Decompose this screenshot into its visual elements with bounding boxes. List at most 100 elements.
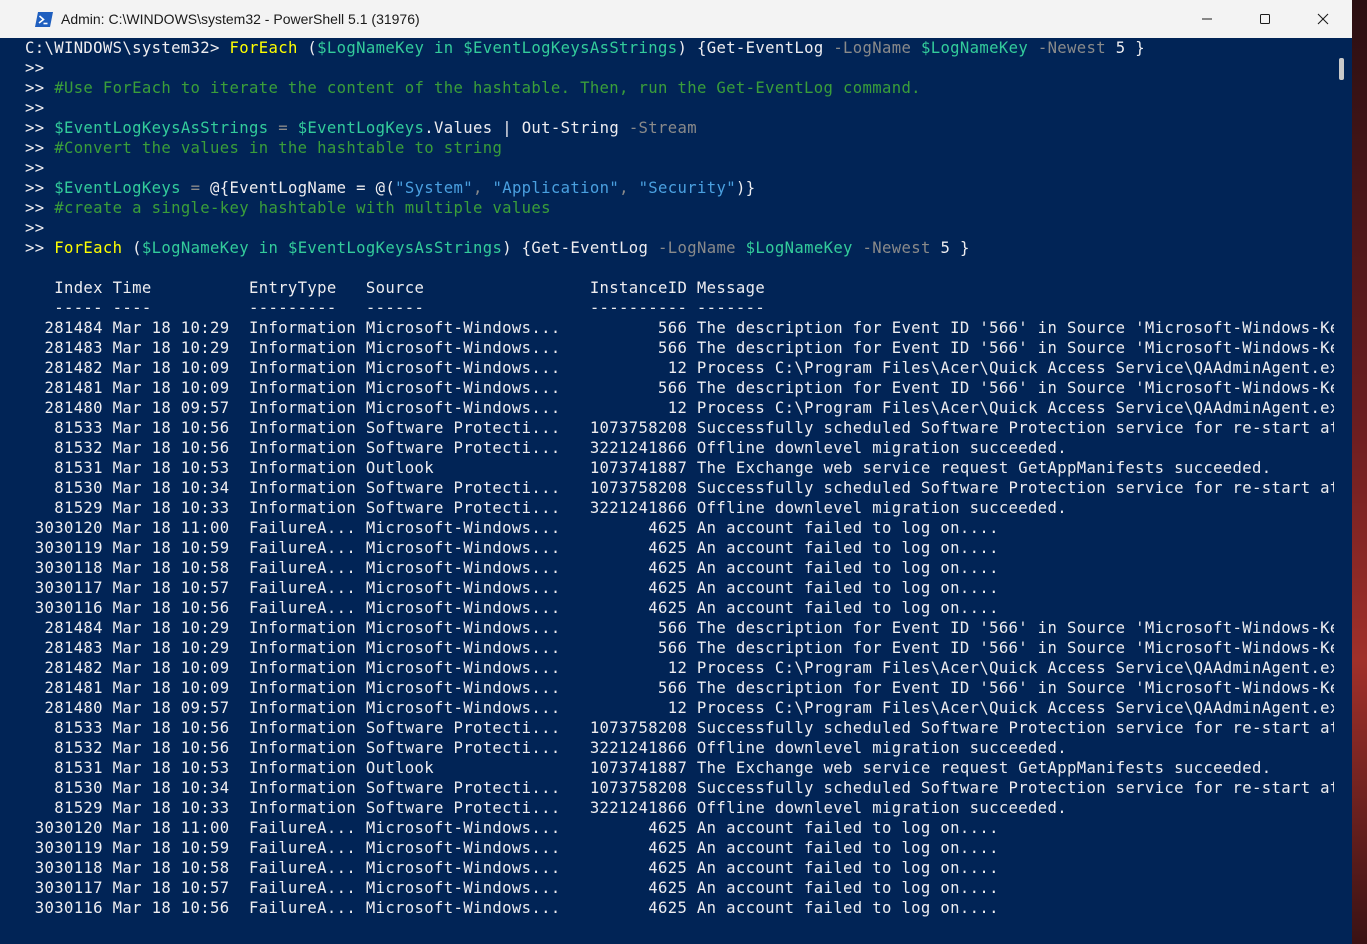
console-token: 281483 Mar 18 10:29 Information Microsof… bbox=[25, 639, 1334, 657]
powershell-icon bbox=[35, 11, 53, 27]
close-button[interactable] bbox=[1294, 0, 1352, 38]
console-token: 81533 Mar 18 10:56 Information Software … bbox=[25, 419, 1334, 437]
console-token: >> bbox=[25, 139, 55, 157]
console-output[interactable]: C:\WINDOWS\system32> ForEach ($LogNameKe… bbox=[0, 38, 1334, 944]
console-token: $EventLogKeysAsStrings bbox=[54, 119, 269, 137]
scrollbar-thumb[interactable] bbox=[1339, 58, 1344, 80]
console-line: >> bbox=[25, 218, 44, 238]
console-line: 3030119 Mar 18 10:59 FailureA... Microso… bbox=[25, 538, 999, 558]
window-title: Admin: C:\WINDOWS\system32 - PowerShell … bbox=[61, 11, 420, 27]
console-line: 81530 Mar 18 10:34 Information Software … bbox=[25, 478, 1334, 498]
console-token: Get-EventLog bbox=[531, 239, 649, 257]
console-line: 3030118 Mar 18 10:58 FailureA... Microso… bbox=[25, 558, 999, 578]
console-line: 3030116 Mar 18 10:56 FailureA... Microso… bbox=[25, 598, 999, 618]
console-line: 81529 Mar 18 10:33 Information Software … bbox=[25, 798, 1067, 818]
console-token: "Application" bbox=[492, 179, 620, 197]
console-token: 81530 Mar 18 10:34 Information Software … bbox=[25, 779, 1334, 797]
console-line: >> bbox=[25, 98, 44, 118]
console-token: )} bbox=[735, 179, 756, 197]
console-token: 81529 Mar 18 10:33 Information Software … bbox=[25, 499, 1067, 517]
console-token: C:\WINDOWS\system32> bbox=[25, 39, 230, 57]
console-token: ) { bbox=[677, 39, 707, 57]
console-token: -Stream bbox=[619, 119, 697, 137]
console-token: 3030117 Mar 18 10:57 FailureA... Microso… bbox=[25, 579, 999, 597]
console-token: $LogNameKey bbox=[745, 239, 853, 257]
console-token: , bbox=[619, 179, 639, 197]
console-line: >> bbox=[25, 158, 44, 178]
console-token: $EventLogKeysAsStrings bbox=[463, 39, 678, 57]
console-token: 3030116 Mar 18 10:56 FailureA... Microso… bbox=[25, 899, 999, 917]
console-token: >> bbox=[25, 119, 55, 137]
console-line: 81530 Mar 18 10:34 Information Software … bbox=[25, 778, 1334, 798]
console-token: 81531 Mar 18 10:53 Information Outlook 1… bbox=[25, 459, 1272, 477]
maximize-icon bbox=[1260, 14, 1270, 24]
console-line: 281481 Mar 18 10:09 Information Microsof… bbox=[25, 678, 1334, 698]
close-icon bbox=[1317, 13, 1329, 25]
minimize-button[interactable] bbox=[1178, 0, 1236, 38]
console-token: #Use ForEach to iterate the content of t… bbox=[54, 79, 921, 97]
console-token: 281481 Mar 18 10:09 Information Microsof… bbox=[25, 679, 1334, 697]
console-token: 281480 Mar 18 09:57 Information Microsof… bbox=[25, 699, 1334, 717]
title-bar[interactable]: Admin: C:\WINDOWS\system32 - PowerShell … bbox=[0, 0, 1352, 38]
console-token: .Values | bbox=[424, 119, 522, 137]
minimize-icon bbox=[1202, 18, 1212, 20]
console-token: @{EventLogName = @( bbox=[210, 179, 396, 197]
console-token: ----- ---- --------- ------ ---------- -… bbox=[25, 299, 766, 317]
console-line: 281480 Mar 18 09:57 Information Microsof… bbox=[25, 698, 1334, 718]
console-token: 281484 Mar 18 10:29 Information Microsof… bbox=[25, 319, 1334, 337]
console-line: 81532 Mar 18 10:56 Information Software … bbox=[25, 438, 1067, 458]
console-token: in bbox=[249, 239, 288, 257]
console-line: 3030120 Mar 18 11:00 FailureA... Microso… bbox=[25, 518, 999, 538]
console-line: 3030120 Mar 18 11:00 FailureA... Microso… bbox=[25, 818, 999, 838]
console-line: 281483 Mar 18 10:29 Information Microsof… bbox=[25, 638, 1334, 658]
vertical-scrollbar[interactable] bbox=[1334, 38, 1352, 944]
console-line: 81531 Mar 18 10:53 Information Outlook 1… bbox=[25, 758, 1272, 778]
console-token: 81531 Mar 18 10:53 Information Outlook 1… bbox=[25, 759, 1272, 777]
console-token: 281481 Mar 18 10:09 Information Microsof… bbox=[25, 379, 1334, 397]
console-token: 81530 Mar 18 10:34 Information Software … bbox=[25, 479, 1334, 497]
console-token: 3030120 Mar 18 11:00 FailureA... Microso… bbox=[25, 519, 999, 537]
console-token: ) { bbox=[502, 239, 532, 257]
console-token: 3030119 Mar 18 10:59 FailureA... Microso… bbox=[25, 839, 999, 857]
console-token: Get-EventLog bbox=[706, 39, 824, 57]
console-line: 81531 Mar 18 10:53 Information Outlook 1… bbox=[25, 458, 1272, 478]
console-token: 3030117 Mar 18 10:57 FailureA... Microso… bbox=[25, 879, 999, 897]
console-token: -LogName bbox=[648, 239, 746, 257]
console-token: $LogNameKey bbox=[317, 39, 425, 57]
console-token: } bbox=[1125, 39, 1145, 57]
console-line: 3030117 Mar 18 10:57 FailureA... Microso… bbox=[25, 578, 999, 598]
console-token: $LogNameKey bbox=[920, 39, 1029, 57]
maximize-button[interactable] bbox=[1236, 0, 1294, 38]
console-token: ( bbox=[297, 39, 318, 57]
console-token: >> bbox=[25, 219, 45, 237]
console-line: 81533 Mar 18 10:56 Information Software … bbox=[25, 718, 1334, 738]
console-token: 3030118 Mar 18 10:58 FailureA... Microso… bbox=[25, 559, 999, 577]
window-controls bbox=[1178, 0, 1352, 38]
console-token: 3030116 Mar 18 10:56 FailureA... Microso… bbox=[25, 599, 999, 617]
console-token: -Newest bbox=[1028, 39, 1116, 57]
console-token: 281482 Mar 18 10:09 Information Microsof… bbox=[25, 659, 1334, 677]
console-line: C:\WINDOWS\system32> ForEach ($LogNameKe… bbox=[25, 38, 1145, 58]
console-token: >> bbox=[25, 79, 55, 97]
console-line: 281482 Mar 18 10:09 Information Microsof… bbox=[25, 358, 1334, 378]
console-token: >> bbox=[25, 179, 55, 197]
console-token: 281484 Mar 18 10:29 Information Microsof… bbox=[25, 619, 1334, 637]
console-token: Out-String bbox=[521, 119, 620, 137]
console-line: >> #Use ForEach to iterate the content o… bbox=[25, 78, 921, 98]
console-token: $EventLogKeysAsStrings bbox=[287, 239, 503, 257]
console-token: "System" bbox=[395, 179, 473, 197]
console-token: 3030119 Mar 18 10:59 FailureA... Microso… bbox=[25, 539, 999, 557]
console-line: 281483 Mar 18 10:29 Information Microsof… bbox=[25, 338, 1334, 358]
console-line: 281484 Mar 18 10:29 Information Microsof… bbox=[25, 618, 1334, 638]
console-token: 5 bbox=[940, 239, 951, 257]
console-token: $LogNameKey bbox=[141, 239, 249, 257]
console-token: 81533 Mar 18 10:56 Information Software … bbox=[25, 719, 1334, 737]
console-token: } bbox=[950, 239, 970, 257]
console-token: 81532 Mar 18 10:56 Information Software … bbox=[25, 439, 1067, 457]
console-token: >> bbox=[25, 99, 45, 117]
console-token: "Security" bbox=[638, 179, 736, 197]
console-token: = bbox=[180, 179, 211, 197]
console-token: 281480 Mar 18 09:57 Information Microsof… bbox=[25, 399, 1334, 417]
console-token: 3030118 Mar 18 10:58 FailureA... Microso… bbox=[25, 859, 999, 877]
console-token: 281482 Mar 18 10:09 Information Microsof… bbox=[25, 359, 1334, 377]
